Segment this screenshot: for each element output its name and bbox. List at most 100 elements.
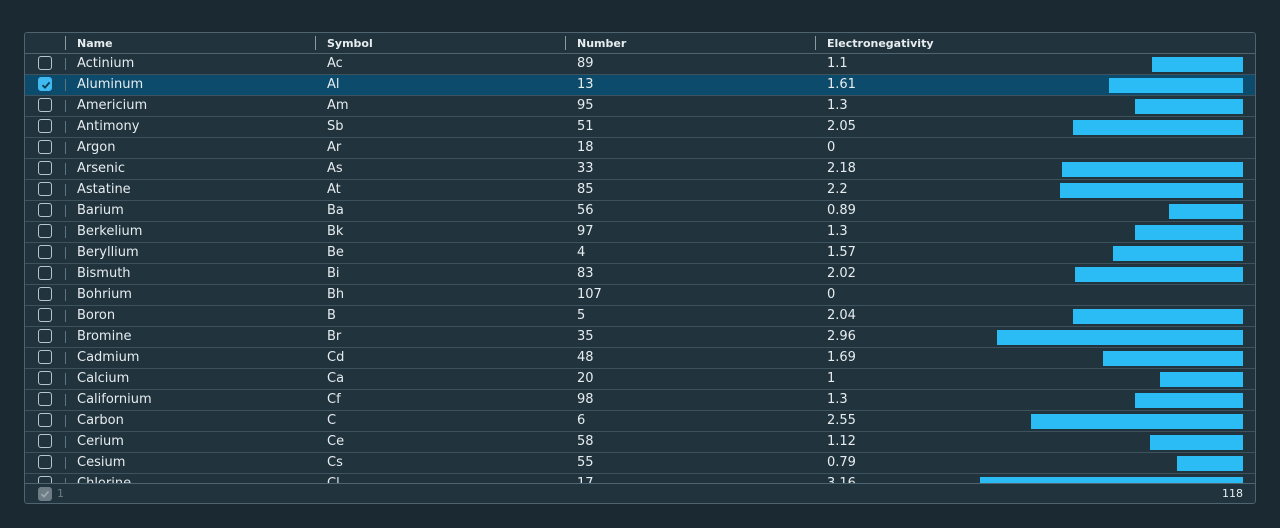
row-checkbox[interactable] — [38, 245, 52, 259]
check-icon — [40, 490, 50, 498]
table-row[interactable]: Actinium Ac 89 1.1 — [25, 54, 1255, 75]
row-checkbox[interactable] — [38, 434, 52, 448]
cell-name: Calcium — [77, 371, 130, 386]
row-checkbox[interactable] — [38, 77, 52, 91]
row-separator — [65, 394, 66, 406]
total-count: 118 — [1222, 487, 1243, 500]
grid-body[interactable]: Actinium Ac 89 1.1 Aluminum Al 13 1.61 Americium… — [25, 54, 1255, 483]
row-checkbox[interactable] — [38, 371, 52, 385]
table-row[interactable]: Bromine Br 35 2.96 — [25, 327, 1255, 348]
cell-electronegativity: 1.69 — [827, 350, 856, 365]
cell-electronegativity: 2.05 — [827, 119, 856, 134]
table-row[interactable]: Aluminum Al 13 1.61 — [25, 75, 1255, 96]
column-header-symbol[interactable]: Symbol — [327, 33, 373, 53]
table-row[interactable]: Barium Ba 56 0.89 — [25, 201, 1255, 222]
row-checkbox[interactable] — [38, 203, 52, 217]
electronegativity-bar — [1031, 414, 1243, 429]
cell-name: Arsenic — [77, 161, 126, 176]
row-checkbox[interactable] — [38, 392, 52, 406]
cell-electronegativity: 0 — [827, 287, 836, 302]
row-checkbox[interactable] — [38, 476, 52, 483]
cell-name: Cerium — [77, 434, 124, 449]
table-row[interactable]: Bismuth Bi 83 2.02 — [25, 264, 1255, 285]
cell-electronegativity: 0 — [827, 140, 836, 155]
table-row[interactable]: Cerium Ce 58 1.12 — [25, 432, 1255, 453]
row-separator — [65, 79, 66, 91]
row-checkbox[interactable] — [38, 224, 52, 238]
cell-symbol: Ba — [327, 203, 344, 218]
table-row[interactable]: Chlorine Cl 17 3.16 — [25, 474, 1255, 483]
cell-number: 6 — [577, 413, 586, 428]
cell-electronegativity: 3.16 — [827, 474, 856, 483]
electronegativity-bar — [1075, 267, 1243, 282]
column-header-name[interactable]: Name — [77, 33, 113, 53]
cell-number: 5 — [577, 308, 586, 323]
cell-symbol: C — [327, 413, 337, 428]
row-checkbox[interactable] — [38, 308, 52, 322]
cell-electronegativity: 1.3 — [827, 392, 848, 407]
cell-electronegativity: 1.1 — [827, 56, 848, 71]
cell-electronegativity: 2.18 — [827, 161, 856, 176]
row-checkbox[interactable] — [38, 413, 52, 427]
cell-name: Bismuth — [77, 266, 131, 281]
cell-number: 107 — [577, 287, 602, 302]
cell-number: 56 — [577, 203, 594, 218]
cell-number: 33 — [577, 161, 594, 176]
table-row[interactable]: Carbon C 6 2.55 — [25, 411, 1255, 432]
table-row[interactable]: Americium Am 95 1.3 — [25, 96, 1255, 117]
cell-name: Bohrium — [77, 287, 132, 302]
row-checkbox[interactable] — [38, 329, 52, 343]
table-row[interactable]: Arsenic As 33 2.18 — [25, 159, 1255, 180]
table-row[interactable]: Cesium Cs 55 0.79 — [25, 453, 1255, 474]
cell-name: Astatine — [77, 182, 131, 197]
row-checkbox[interactable] — [38, 350, 52, 364]
row-checkbox[interactable] — [38, 266, 52, 280]
row-separator — [65, 205, 66, 217]
table-row[interactable]: Argon Ar 18 0 — [25, 138, 1255, 159]
cell-name: Cadmium — [77, 350, 140, 365]
column-header-number[interactable]: Number — [577, 33, 626, 53]
row-separator — [65, 436, 66, 448]
table-row[interactable]: Bohrium Bh 107 0 — [25, 285, 1255, 306]
row-checkbox[interactable] — [38, 98, 52, 112]
row-checkbox[interactable] — [38, 161, 52, 175]
cell-symbol: As — [327, 161, 343, 176]
table-row[interactable]: Astatine At 85 2.2 — [25, 180, 1255, 201]
cell-symbol: Ca — [327, 371, 345, 386]
table-row[interactable]: Antimony Sb 51 2.05 — [25, 117, 1255, 138]
cell-electronegativity: 1.61 — [827, 77, 856, 92]
cell-electronegativity: 1.3 — [827, 98, 848, 113]
cell-symbol: Be — [327, 245, 344, 260]
row-checkbox[interactable] — [38, 455, 52, 469]
row-checkbox[interactable] — [38, 287, 52, 301]
header-separator[interactable] — [815, 36, 816, 50]
cell-symbol: Cd — [327, 350, 345, 365]
grid-footer: 1 118 — [25, 483, 1255, 503]
row-checkbox[interactable] — [38, 140, 52, 154]
row-checkbox[interactable] — [38, 119, 52, 133]
column-header-electronegativity[interactable]: Electronegativity — [827, 33, 934, 53]
table-row[interactable]: Calcium Ca 20 1 — [25, 369, 1255, 390]
cell-electronegativity: 0.79 — [827, 455, 856, 470]
header-separator[interactable] — [315, 36, 316, 50]
table-row[interactable]: Cadmium Cd 48 1.69 — [25, 348, 1255, 369]
row-checkbox[interactable] — [38, 56, 52, 70]
electronegativity-bar — [1073, 120, 1243, 135]
row-separator — [65, 331, 66, 343]
electronegativity-bar — [1135, 99, 1243, 114]
cell-number: 98 — [577, 392, 594, 407]
row-checkbox[interactable] — [38, 182, 52, 196]
header-separator[interactable] — [65, 36, 66, 50]
cell-name: Chlorine — [77, 474, 131, 483]
cell-number: 35 — [577, 329, 594, 344]
table-row[interactable]: Berkelium Bk 97 1.3 — [25, 222, 1255, 243]
table-row[interactable]: Boron B 5 2.04 — [25, 306, 1255, 327]
header-separator[interactable] — [565, 36, 566, 50]
electronegativity-bar — [1073, 309, 1243, 324]
electronegativity-bar — [1060, 183, 1243, 198]
cell-electronegativity: 0.89 — [827, 203, 856, 218]
row-separator — [65, 142, 66, 154]
electronegativity-bar — [1152, 57, 1243, 72]
table-row[interactable]: Californium Cf 98 1.3 — [25, 390, 1255, 411]
table-row[interactable]: Beryllium Be 4 1.57 — [25, 243, 1255, 264]
